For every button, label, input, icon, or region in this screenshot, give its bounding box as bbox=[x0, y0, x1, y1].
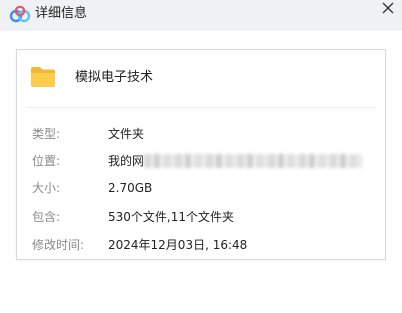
folder-name: 模拟电子技术 bbox=[75, 70, 154, 85]
contains-value: 530个文件,11个文件夹 bbox=[108, 210, 234, 224]
divider bbox=[27, 107, 377, 108]
size-label: 大小: bbox=[32, 181, 61, 195]
title-bar: 详细信息 bbox=[0, 0, 402, 31]
modified-label: 修改时间: bbox=[32, 238, 85, 252]
type-value: 文件夹 bbox=[108, 127, 145, 141]
close-icon[interactable] bbox=[380, 0, 396, 16]
window-title: 详细信息 bbox=[35, 6, 88, 21]
folder-icon bbox=[31, 67, 55, 87]
contains-label: 包含: bbox=[32, 210, 61, 224]
location-value[interactable]: 我的网 bbox=[108, 153, 373, 169]
modified-value: 2024年12月03日, 16:48 bbox=[108, 238, 248, 252]
baidu-netdisk-cloud-icon bbox=[9, 5, 31, 23]
location-text: 我的网 bbox=[108, 154, 145, 168]
details-card: 模拟电子技术 类型: 文件夹 位置: 我的网 大小: 2.70GB 包含: 53… bbox=[16, 49, 386, 260]
size-value: 2.70GB bbox=[108, 181, 153, 195]
redacted-path bbox=[144, 154, 362, 168]
location-label: 位置: bbox=[32, 154, 61, 168]
type-label: 类型: bbox=[32, 127, 61, 141]
